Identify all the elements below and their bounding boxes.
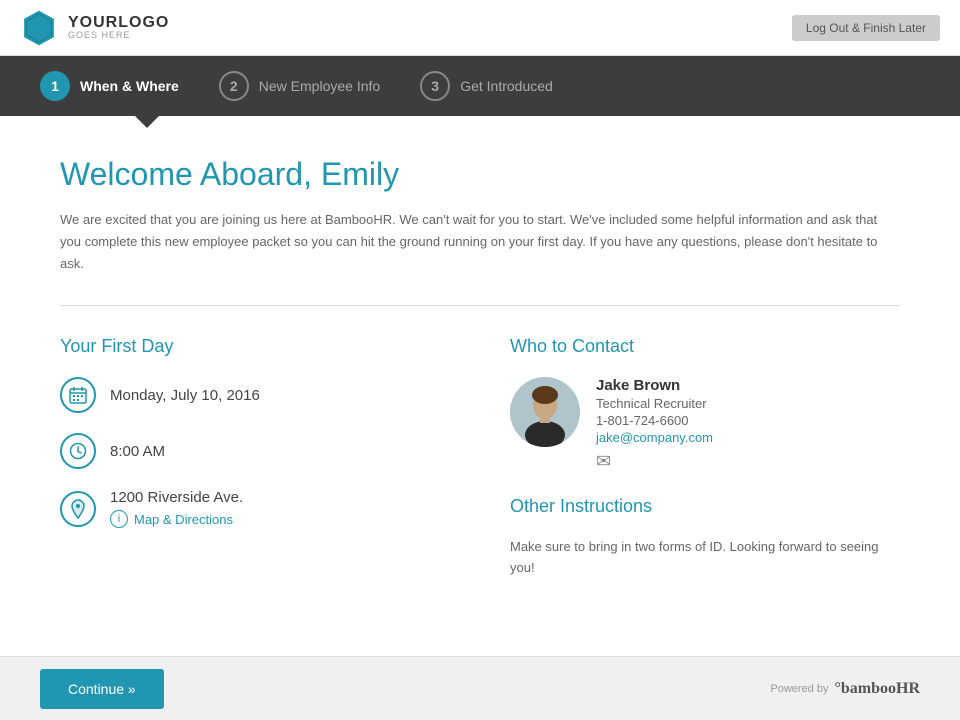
step-3-circle: 3 — [420, 71, 450, 101]
step-1-circle: 1 — [40, 71, 70, 101]
contact-email[interactable]: jake@company.com — [596, 430, 713, 445]
location-icon — [60, 491, 96, 527]
logo-area: YOURLOGO GOES HERE — [20, 9, 169, 47]
first-day-title: Your First Day — [60, 336, 450, 357]
logout-button[interactable]: Log Out & Finish Later — [792, 15, 940, 41]
logo-text: YOURLOGO GOES HERE — [68, 14, 169, 41]
contact-info: Jake Brown Technical Recruiter 1-801-724… — [596, 377, 713, 472]
map-link-label: Map & Directions — [134, 512, 233, 527]
date-row: Monday, July 10, 2016 — [60, 377, 450, 413]
steps-bar: 1 When & Where 2 New Employee Info 3 Get… — [0, 56, 960, 116]
clock-icon — [60, 433, 96, 469]
top-bar: YOURLOGO GOES HERE Log Out & Finish Late… — [0, 0, 960, 56]
right-column: Who to Contact — [510, 336, 900, 579]
map-link-icon: i — [110, 510, 128, 528]
address-row: 1200 Riverside Ave. i Map & Directions — [60, 489, 450, 528]
mail-icon[interactable]: ✉ — [596, 451, 713, 472]
contact-card: Jake Brown Technical Recruiter 1-801-724… — [510, 377, 900, 472]
bamboohr-logo: °bambooHR — [834, 680, 920, 698]
step-3[interactable]: 3 Get Introduced — [420, 71, 553, 101]
footer: Continue » Powered by °bambooHR — [0, 656, 960, 720]
powered-by-text: Powered by — [770, 683, 828, 695]
time-row: 8:00 AM — [60, 433, 450, 469]
contact-job-title: Technical Recruiter — [596, 396, 713, 411]
step-2-label: New Employee Info — [259, 78, 380, 94]
time-text: 8:00 AM — [110, 443, 165, 460]
date-text: Monday, July 10, 2016 — [110, 387, 260, 404]
powered-by: Powered by °bambooHR — [770, 680, 920, 698]
welcome-title: Welcome Aboard, Emily — [60, 156, 900, 193]
logo-tagline: GOES HERE — [68, 31, 169, 41]
contact-phone: 1-801-724-6600 — [596, 413, 713, 428]
who-to-contact-title: Who to Contact — [510, 336, 900, 357]
step-3-label: Get Introduced — [460, 78, 553, 94]
step-1[interactable]: 1 When & Where — [40, 71, 179, 101]
main-content: Welcome Aboard, Emily We are excited tha… — [0, 116, 960, 656]
address-text: 1200 Riverside Ave. — [110, 489, 243, 506]
steps-arrow — [135, 116, 159, 128]
welcome-description: We are excited that you are joining us h… — [60, 209, 880, 275]
continue-button[interactable]: Continue » — [40, 669, 164, 709]
two-column-section: Your First Day Monday, July — [60, 336, 900, 579]
other-instructions-text: Make sure to bring in two forms of ID. L… — [510, 537, 900, 579]
divider — [60, 305, 900, 306]
logo-name: YOURLOGO — [68, 14, 169, 32]
contact-avatar — [510, 377, 580, 447]
logo-icon — [20, 9, 58, 47]
map-directions-link[interactable]: i Map & Directions — [110, 510, 243, 528]
calendar-icon — [60, 377, 96, 413]
contact-name: Jake Brown — [596, 377, 713, 394]
step-2[interactable]: 2 New Employee Info — [219, 71, 380, 101]
other-instructions-title: Other Instructions — [510, 496, 900, 517]
address-block: 1200 Riverside Ave. i Map & Directions — [110, 489, 243, 528]
left-column: Your First Day Monday, July — [60, 336, 450, 579]
step-1-label: When & Where — [80, 78, 179, 94]
step-2-circle: 2 — [219, 71, 249, 101]
